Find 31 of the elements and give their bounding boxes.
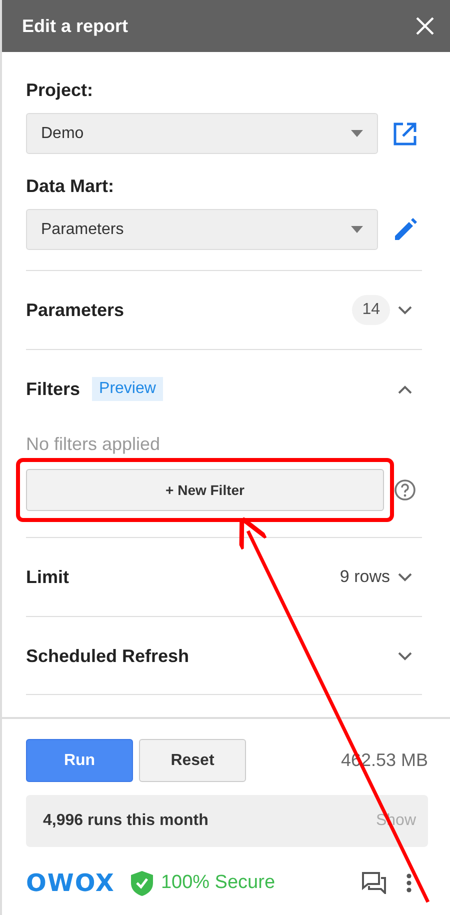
chevron-down-icon[interactable] (398, 306, 412, 314)
section-title: Parameters (26, 300, 124, 320)
chevron-down-icon[interactable] (398, 652, 412, 660)
chat-icon[interactable] (362, 872, 386, 894)
section-value: 9 rows (340, 567, 390, 587)
dropdown[interactable]: Parameters (26, 209, 378, 250)
count-badge: 14 (352, 295, 390, 325)
reset-button[interactable]: Reset (139, 739, 246, 782)
caret-icon (351, 130, 363, 137)
usage-text: 4,996 runs this month (43, 812, 208, 830)
caret-icon (351, 226, 363, 233)
new-filter-button[interactable]: + New Filter (26, 469, 384, 511)
dropdown[interactable]: Demo (26, 113, 378, 154)
more-icon[interactable] (406, 873, 412, 893)
chevron-up-icon[interactable] (398, 384, 412, 394)
section-title: Scheduled Refresh (26, 646, 190, 666)
close-icon[interactable] (416, 17, 434, 35)
section-title: Limit (26, 566, 69, 588)
logo: OWOX (26, 869, 115, 897)
pencil-icon[interactable] (392, 216, 418, 242)
shield-check-icon (130, 870, 153, 896)
section-title: Filters (26, 378, 80, 400)
security-label: 100% Secure (160, 872, 276, 894)
field-label: Project: (26, 80, 94, 101)
open-external-icon[interactable] (392, 120, 418, 146)
chevron-down-icon[interactable] (398, 572, 412, 582)
preview-badge: Preview (92, 377, 163, 401)
panel-title: Edit a report (22, 16, 128, 36)
help-icon[interactable] (394, 479, 416, 501)
empty-message: No filters applied (26, 434, 160, 455)
field-label: Data Mart: (26, 176, 114, 197)
